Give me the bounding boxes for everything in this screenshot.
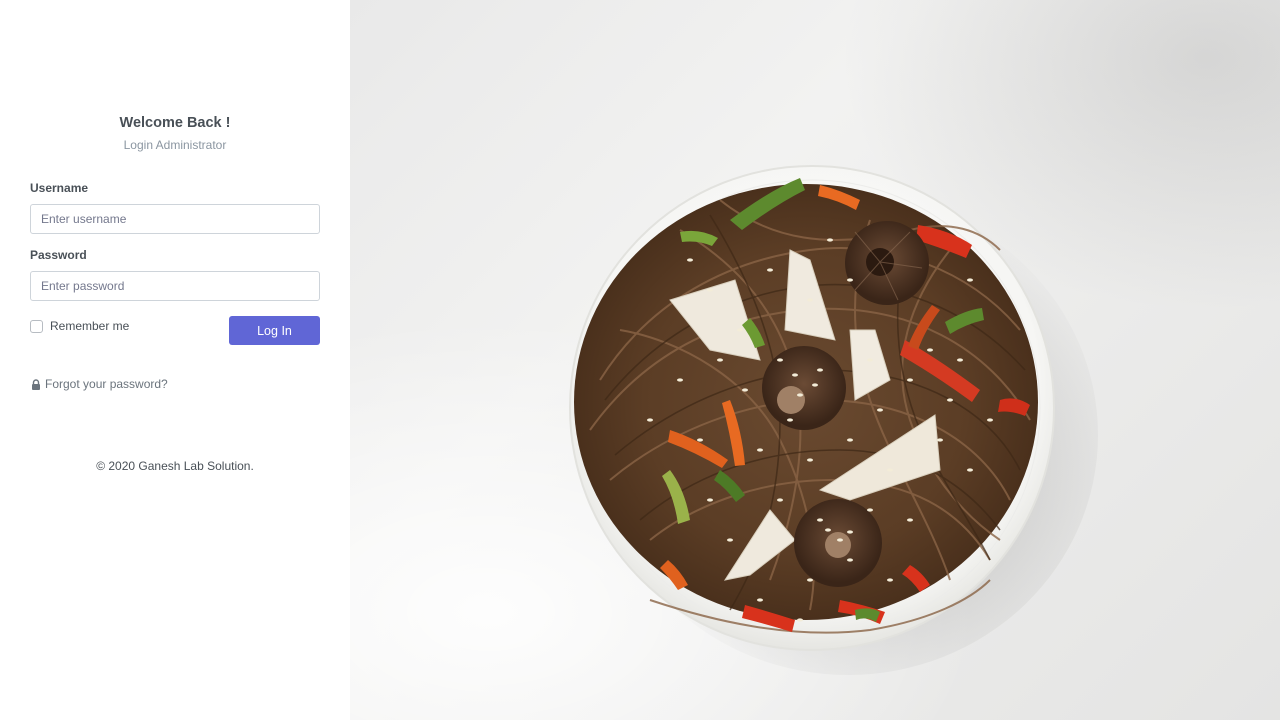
copyright-footer: © 2020 Ganesh Lab Solution. [96,459,254,473]
login-button[interactable]: Log In [229,316,320,345]
username-label: Username [30,181,89,195]
lock-icon [31,378,41,390]
password-label: Password [30,248,87,262]
hero-image-panel [350,0,1280,720]
login-panel: Welcome Back ! Login Administrator Usern… [0,0,350,720]
forgot-password-link[interactable]: Forgot your password? [31,377,168,391]
password-input[interactable] [30,271,320,301]
forgot-password-text: Forgot your password? [45,377,168,391]
food-image [569,165,1055,651]
username-input[interactable] [30,204,320,234]
remember-me-row[interactable]: Remember me [30,317,129,335]
remember-me-checkbox[interactable] [30,319,43,333]
remember-me-label: Remember me [50,319,130,333]
welcome-subtitle: Login Administrator [123,138,227,152]
welcome-title: Welcome Back ! [119,115,231,131]
